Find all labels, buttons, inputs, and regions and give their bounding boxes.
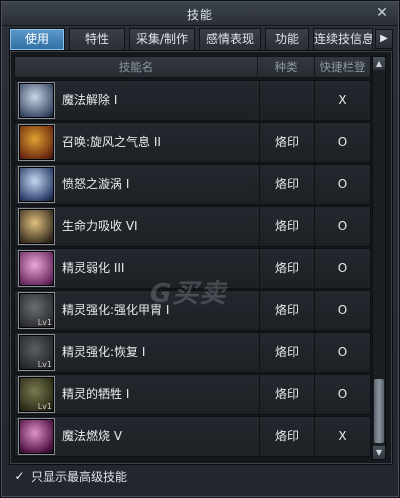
hotkey-registered-status: O: [337, 261, 348, 275]
skill-name: 召唤:旋风之气息 II: [62, 135, 161, 149]
header-type[interactable]: 种类: [258, 57, 315, 77]
skill-type: 烙印: [259, 375, 315, 414]
show-highest-only-label[interactable]: 只显示最高级技能: [31, 468, 127, 486]
spirit-weaken-icon[interactable]: [18, 250, 55, 287]
hotkey-registered-status: O: [337, 219, 348, 233]
skill-name: 愤怒之漩涡 I: [62, 177, 130, 191]
hotkey-registered-status: O: [337, 345, 348, 359]
hotkey-registered-status: O: [337, 135, 348, 149]
skill-list-panel: 技能名 种类 快捷栏登录 魔法解除 IX召唤:旋风之气息 II烙印O愤怒之漩涡 …: [9, 50, 393, 465]
table-row[interactable]: 生命力吸收 VI 烙印 O: [14, 206, 371, 247]
skill-type: [259, 81, 315, 120]
chevron-right-icon[interactable]: ▶: [375, 29, 393, 49]
tab-emotes[interactable]: 感情表现: [199, 28, 261, 50]
table-row[interactable]: 召唤:旋风之气息 II 烙印 O: [14, 122, 371, 163]
table-header: 技能名 种类 快捷栏登录: [14, 56, 371, 94]
spirit-armor-icon[interactable]: Lv1: [18, 292, 55, 329]
skills-window: 技能 ✕ 使用 特性 采集/制作 感情表现 功能 连续技信息 ▶ 技能名 种类 …: [0, 0, 400, 498]
hotkey-registered-status: O: [337, 387, 348, 401]
spirit-recovery-icon[interactable]: Lv1: [18, 334, 55, 371]
triangle-up-icon[interactable]: ▲: [373, 57, 385, 70]
skill-level-label: Lv1: [37, 402, 52, 411]
close-icon[interactable]: ✕: [374, 5, 390, 21]
skill-type: 烙印: [259, 165, 315, 204]
skill-type: 烙印: [259, 291, 315, 330]
skill-level-label: Lv1: [37, 318, 52, 327]
hotkey-registered-status: X: [338, 429, 347, 443]
life-drain-icon[interactable]: [18, 208, 55, 245]
skill-name: 精灵的牺牲 I: [62, 387, 130, 401]
tab-functions[interactable]: 功能: [265, 28, 309, 50]
header-hotkey[interactable]: 快捷栏登录: [315, 57, 370, 94]
skill-name: 魔法解除 I: [62, 93, 118, 107]
table-row[interactable]: 魔法燃烧 V 烙印 X: [14, 416, 371, 457]
tab-traits[interactable]: 特性: [69, 28, 125, 50]
magic-dispel-icon[interactable]: [18, 82, 55, 119]
hotkey-registered-status: X: [338, 93, 347, 107]
scrollbar[interactable]: ▲ ▼: [372, 56, 386, 460]
skill-type: 烙印: [259, 123, 315, 162]
skill-type: 烙印: [259, 417, 315, 456]
magic-burn-icon[interactable]: [18, 418, 55, 455]
skill-type: 烙印: [259, 333, 315, 372]
skill-level-label: Lv1: [37, 360, 52, 369]
table-row[interactable]: Lv1 精灵的牺牲 I 烙印 O: [14, 374, 371, 415]
tab-bar: 使用 特性 采集/制作 感情表现 功能 连续技信息 ▶: [9, 28, 393, 50]
wrath-vortex-icon[interactable]: [18, 166, 55, 203]
watermark: G买卖: [150, 279, 227, 309]
table-row[interactable]: 愤怒之漩涡 I 烙印 O: [14, 164, 371, 205]
table-row[interactable]: Lv1 精灵强化:恢复 I 烙印 O: [14, 332, 371, 373]
window-title: 技能: [186, 8, 213, 22]
scroll-thumb[interactable]: [374, 379, 384, 443]
tab-gathering-crafting[interactable]: 采集/制作: [129, 28, 195, 50]
tab-use[interactable]: 使用: [9, 28, 65, 50]
skill-name: 精灵强化:恢复 I: [62, 345, 146, 359]
spirit-sacrifice-icon[interactable]: Lv1: [18, 376, 55, 413]
skill-name: 生命力吸收 VI: [62, 219, 138, 233]
checkmark-icon[interactable]: ✓: [13, 470, 26, 483]
skill-name: 魔法燃烧 V: [62, 429, 123, 443]
skill-type: 烙印: [259, 249, 315, 288]
table-row[interactable]: 魔法解除 I X: [14, 80, 371, 121]
header-skill-name[interactable]: 技能名: [15, 57, 258, 77]
skill-name: 精灵弱化 III: [62, 261, 125, 275]
triangle-down-icon[interactable]: ▼: [373, 446, 385, 459]
hotkey-registered-status: O: [337, 303, 348, 317]
skill-type: 烙印: [259, 207, 315, 246]
whirlwind-summon-icon[interactable]: [18, 124, 55, 161]
title-bar[interactable]: 技能 ✕: [2, 2, 398, 26]
tab-combo-info[interactable]: 连续技信息: [313, 28, 373, 50]
hotkey-registered-status: O: [337, 177, 348, 191]
